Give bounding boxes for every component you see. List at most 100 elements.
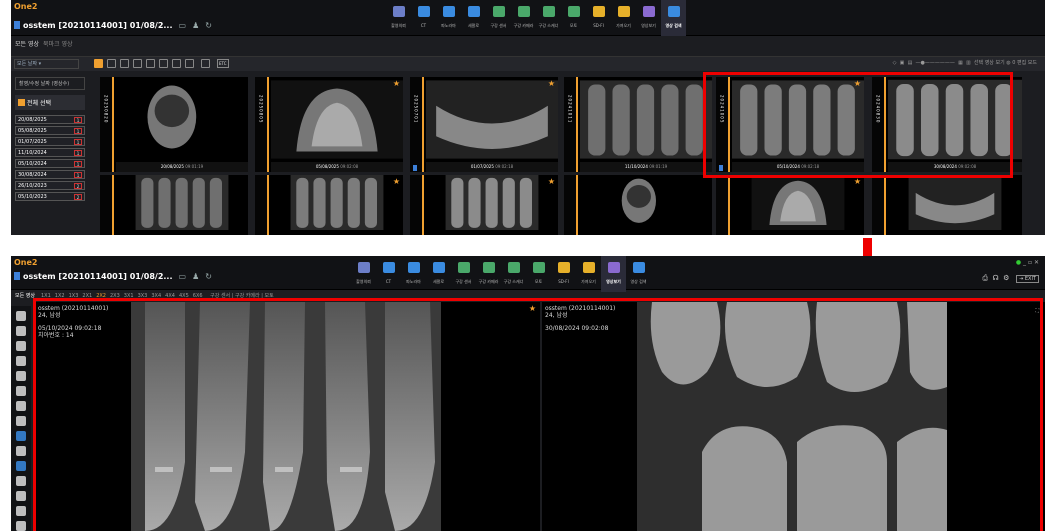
patient-card-icon[interactable]: ▭ [179, 272, 187, 281]
thumbnail-card[interactable] [100, 175, 248, 235]
date-item[interactable]: 26/10/2023 2 [15, 181, 85, 190]
tab-bookmark-images[interactable]: 북마크 영상 [43, 41, 73, 48]
nav-item-7[interactable]: 모토 [561, 0, 586, 36]
viewer-tool-icon[interactable] [16, 416, 26, 426]
tag-icon[interactable]: ◇ [893, 60, 897, 66]
viewer-tool-icon[interactable] [16, 311, 26, 321]
viewer-tool-icon[interactable] [16, 491, 26, 501]
nav-item-0[interactable]: 촬영의뢰 [386, 0, 411, 36]
gear-icon[interactable]: ⚙ [1003, 274, 1009, 282]
viewer-tool-icon[interactable] [16, 461, 26, 471]
nav-item-1[interactable]: CT [411, 0, 436, 36]
date-item[interactable]: 11/10/2024 1 [15, 148, 85, 157]
viewer-tool-icon[interactable] [16, 356, 26, 366]
nav-item-0[interactable]: 촬영의뢰 [351, 256, 376, 292]
minimize-icon[interactable]: _ [1023, 259, 1026, 266]
date-item[interactable]: 05/10/2023 2 [15, 192, 85, 201]
list-icon[interactable]: ▥ [966, 60, 971, 66]
filter-ceph-icon[interactable] [133, 59, 142, 68]
viewer-tool-icon[interactable] [16, 476, 26, 486]
date-item[interactable]: 20/08/2025 1 [15, 115, 85, 124]
filter-ct-icon[interactable] [107, 59, 116, 68]
grid-icon[interactable]: ▦ [958, 60, 963, 66]
nav-item-11[interactable]: 영상 검색 [626, 256, 651, 292]
refresh-icon[interactable]: ↻ [205, 272, 212, 281]
date-item[interactable]: 05/10/2024 1 [15, 159, 85, 168]
viewer-tool-icon[interactable] [16, 341, 26, 351]
filter-etc-button[interactable]: ETC [217, 59, 229, 68]
thumbnail-card[interactable]: ★ [255, 175, 403, 235]
tab-all-images[interactable]: 모든 영상 [15, 41, 39, 48]
filter-sensor-icon[interactable] [146, 59, 155, 68]
select-all-checkbox[interactable]: 전체 선택 [15, 95, 85, 110]
nav-item-3[interactable]: 세팔로 [461, 0, 486, 36]
nav-item-4[interactable]: 구강 센서 [486, 0, 511, 36]
nav-item-2[interactable]: 파노라마 [401, 256, 426, 292]
viewer-tool-icon[interactable] [16, 371, 26, 381]
nav-item-8[interactable]: SD-FI [551, 256, 576, 292]
exit-button[interactable]: ⇥ EXIT [1016, 275, 1039, 283]
nav-item-9[interactable]: 가져오기 [611, 0, 636, 36]
thumbnail-card[interactable]: 20250820 20/08/2025 09:01:19 [100, 77, 248, 172]
viewer-tool-icon[interactable] [16, 506, 26, 516]
thumbnail-card[interactable]: ★ [716, 175, 864, 235]
zoom-slider[interactable]: —●—————— [916, 60, 955, 66]
thumbnail-card[interactable] [564, 175, 712, 235]
patient-title-2[interactable]: osstem [20210114001] 01/08/2... ▭ ♟ ↻ [14, 272, 212, 281]
viewer-tool-icon[interactable] [16, 386, 26, 396]
viewer-tool-icon[interactable] [16, 401, 26, 411]
nav-item-3[interactable]: 세팔로 [426, 256, 451, 292]
viewer-tool-icon[interactable] [16, 521, 26, 531]
copy-icon[interactable]: ▣ [900, 60, 905, 66]
close-icon[interactable]: ✕ [1034, 259, 1039, 266]
restore-icon[interactable]: ▫ [1028, 259, 1032, 266]
nav-item-6[interactable]: 구강 스캐너 [501, 256, 526, 292]
nav-item-9[interactable]: 가져오기 [576, 256, 601, 292]
date-item[interactable]: 05/08/2025 1 [15, 126, 85, 135]
date-item-label: 01/07/2025 [18, 139, 47, 145]
refresh-icon[interactable]: ↻ [205, 21, 212, 30]
thumbnail-card[interactable]: 20250805 05/08/2025 09:02:08 ★ [255, 77, 403, 172]
favorite-star-icon[interactable]: ★ [393, 79, 400, 88]
thumbnail-card[interactable]: ★ [410, 175, 558, 235]
patient-title[interactable]: osstem [20210114001] 01/08/2... ▭ ♟ ↻ [14, 21, 212, 30]
print-icon[interactable]: ⎙ [982, 274, 988, 282]
nav-item-4[interactable]: 구강 센서 [451, 256, 476, 292]
filter-all-checkbox[interactable] [94, 59, 103, 68]
viewer-tool-icon[interactable] [16, 446, 26, 456]
date-dropdown[interactable]: 모든 날짜 ▾ [14, 59, 79, 69]
nav-item-11[interactable]: 영상 검색 [661, 0, 686, 36]
filter-scanner-icon[interactable] [172, 59, 181, 68]
date-item[interactable]: 30/08/2024 1 [15, 170, 85, 179]
nav-item-5[interactable]: 구강 카메라 [511, 0, 536, 36]
thumbnail-card[interactable]: 20250701 01/07/2025 09:02:18 ★ [410, 77, 558, 172]
move-icon[interactable]: ▤ [908, 60, 913, 66]
nav-item-5[interactable]: 구강 카메라 [476, 256, 501, 292]
user-icon[interactable]: ♟ [192, 272, 199, 281]
nav-item-1[interactable]: CT [376, 256, 401, 292]
nav-item-8[interactable]: SD-FI [586, 0, 611, 36]
favorite-star-icon[interactable]: ★ [854, 177, 861, 186]
favorite-star-icon[interactable]: ★ [548, 177, 555, 186]
filter-pano-icon[interactable] [120, 59, 129, 68]
nav-item-7[interactable]: 모토 [526, 256, 551, 292]
filter-photo-icon[interactable] [185, 59, 194, 68]
nav-item-6[interactable]: 구강 스캐너 [536, 0, 561, 36]
favorite-star-icon[interactable]: ★ [548, 79, 555, 88]
nav-item-10[interactable]: 영상보기 [601, 256, 626, 292]
layout-all-images[interactable]: 모든 영상 [15, 293, 35, 299]
date-item[interactable]: 01/07/2025 1 [15, 137, 85, 146]
nav-item-10[interactable]: 영상보기 [636, 0, 661, 36]
thumbnail-card[interactable] [872, 175, 1022, 235]
viewer-tool-icon[interactable] [16, 326, 26, 336]
viewer-tool-icon[interactable] [16, 431, 26, 441]
user-icon[interactable]: ♟ [192, 21, 199, 30]
right-toolbar: ◇ ▣ ▤ —●—————— ▦ ▥ 선택 영상 보기 ◍ 0 편집 모드 [893, 59, 1037, 66]
nav-item-2[interactable]: 파노라마 [436, 0, 461, 36]
favorite-star-icon[interactable]: ★ [393, 177, 400, 186]
filter-capture-icon[interactable] [201, 59, 210, 68]
filter-camera-icon[interactable] [159, 59, 168, 68]
headset-icon[interactable]: ☊ [992, 274, 998, 282]
thumbnail-card[interactable]: 20241011 11/10/2024 09:01:19 [564, 77, 712, 172]
patient-card-icon[interactable]: ▭ [179, 21, 187, 30]
